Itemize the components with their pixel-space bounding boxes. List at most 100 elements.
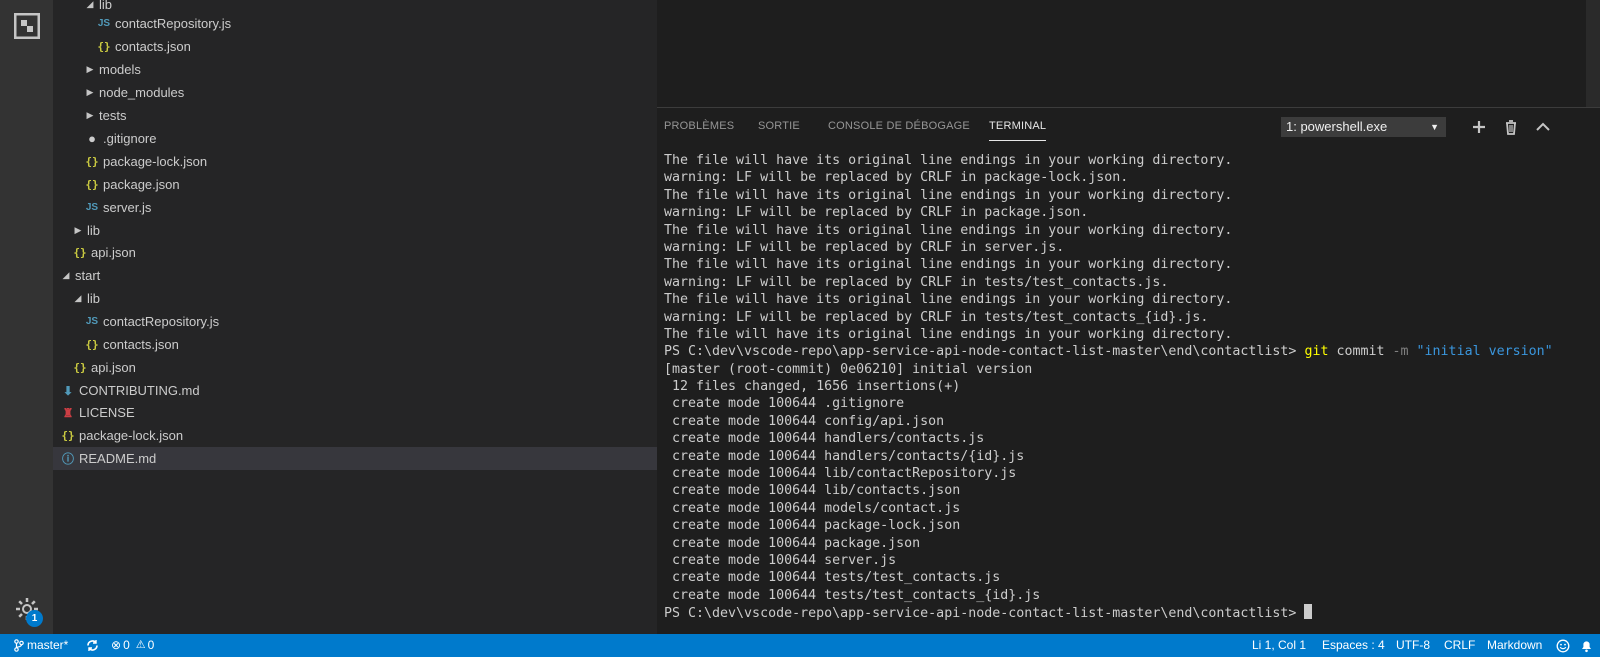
panel-tabs: PROBLÈMES SORTIE CONSOLE DE DÉBOGAGE TER… [657,108,1600,146]
terminal-line: warning: LF will be replaced by CRLF in … [664,239,1065,255]
tree-file[interactable]: ♜ LICENSE [53,401,657,424]
json-file-icon: {} [73,246,87,259]
json-file-icon: {} [85,155,99,168]
bottom-panel: PROBLÈMES SORTIE CONSOLE DE DÉBOGAGE TER… [657,107,1600,634]
indentation-status[interactable]: Espaces : 4 [1322,634,1385,657]
terminal-output[interactable]: The file will have its original line end… [664,152,1594,632]
tree-item-label: contacts.json [115,39,191,54]
branch-status[interactable]: master* [14,634,68,657]
tree-folder[interactable]: ▶ lib [53,219,657,242]
chevron-down-icon: ◢ [74,293,82,303]
cursor-position[interactable]: Li 1, Col 1 [1252,634,1306,657]
tree-file[interactable]: JS contactRepository.js [53,12,657,35]
terminal-line: create mode 100644 handlers/contacts/{id… [664,448,1025,464]
terminal-line: warning: LF will be replaced by CRLF in … [664,309,1209,325]
tree-file[interactable]: JS server.js [53,196,657,219]
license-file-icon: ♜ [62,405,74,420]
language-status[interactable]: Markdown [1487,634,1542,657]
smiley-icon[interactable] [1556,634,1570,657]
terminal-line: The file will have its original line end… [664,222,1233,238]
tree-file[interactable]: JS contactRepository.js [53,310,657,333]
terminal-line: 12 files changed, 1656 insertions(+) [664,379,961,395]
terminal-line: create mode 100644 models/contact.js [664,500,961,516]
tab-terminal[interactable]: TERMINAL [989,120,1047,141]
tree-folder[interactable]: ▶ node_modules [53,81,657,104]
info-file-icon: ⓘ [61,452,74,466]
terminal-line: The file will have its original line end… [664,153,1233,168]
terminal-select-value: 1: powershell.exe [1286,119,1388,134]
terminal-line: create mode 100644 server.js [664,552,897,568]
terminal-line: warning: LF will be replaced by CRLF in … [664,170,1129,186]
terminal-cursor [1304,604,1313,620]
chevron-right-icon: ▶ [86,64,94,74]
tree-item-label: models [99,62,141,77]
eol-status[interactable]: CRLF [1444,634,1475,657]
js-file-icon: JS [85,202,99,213]
explorer-logo-icon[interactable] [14,13,40,39]
tree-item-label: server.js [103,200,152,215]
tree-file[interactable]: {} contacts.json [53,333,657,356]
tree-item-label: lib [99,0,113,12]
tree-item-label: api.json [91,245,136,260]
status-bar: master* ⊗ 0 ⚠ 0 Li 1, Col 1 Espaces : 4 … [0,634,1600,657]
terminal-line: [master (root-commit) 0e06210] initial v… [664,361,1033,377]
plus-icon[interactable] [1469,117,1489,137]
trash-icon[interactable] [1501,117,1521,137]
tree-item-label: CONTRIBUTING.md [79,383,200,398]
chevron-down-icon: ◢ [62,270,70,280]
explorer-sidebar: ◢ lib JS contactRepository.js {} contacts.jso… [53,0,657,634]
tree-folder[interactable]: ▶ tests [53,104,657,127]
terminal-line: create mode 100644 package.json [664,535,921,551]
tree-item-label: contactRepository.js [103,314,220,329]
editor-area [657,0,1600,107]
tree-item-label: lib [87,223,101,238]
terminal-line: PS C:\dev\vscode-repo\app-service-api-no… [664,344,1553,360]
chevron-down-icon: ▼ [1430,122,1439,132]
terminal-line: The file will have its original line end… [664,292,1233,308]
terminal-line: warning: LF will be replaced by CRLF in … [664,205,1089,221]
git-branch-icon [14,639,24,652]
tree-file[interactable]: ⬇ CONTRIBUTING.md [53,379,657,402]
terminal-line: The file will have its original line end… [664,326,1233,342]
terminal-line: create mode 100644 .gitignore [664,396,905,412]
tree-item-label: lib [87,291,101,306]
terminal-line: The file will have its original line end… [664,187,1233,203]
chevron-up-icon[interactable] [1533,117,1553,137]
git-file-icon: ● [88,131,96,146]
activity-bar: 1 [0,0,53,634]
tree-item-label: LICENSE [79,405,135,420]
terminal-line: create mode 100644 tests/test_contacts_{… [664,587,1041,603]
terminal-line: create mode 100644 package-lock.json [664,518,961,534]
terminal-line: warning: LF will be replaced by CRLF in … [664,274,1169,290]
terminal-select[interactable]: 1: powershell.exe ▼ [1281,117,1446,137]
js-file-icon: JS [97,18,111,29]
tree-file[interactable]: {} package-lock.json [53,150,657,173]
tree-file[interactable]: {} api.json [53,356,657,379]
terminal-line: create mode 100644 handlers/contacts.js [664,431,985,447]
problems-status[interactable]: ⊗ 0 ⚠ 0 [111,634,154,657]
tree-file[interactable]: ● .gitignore [53,127,657,150]
tree-file[interactable]: {} package-lock.json [53,424,657,447]
tree-file[interactable]: {} package.json [53,173,657,196]
tree-file[interactable]: {} contacts.json [53,35,657,58]
json-file-icon: {} [85,338,99,351]
tree-folder[interactable]: ▶ models [53,58,657,81]
tree-folder[interactable]: ◢ start [53,264,657,287]
tree-file[interactable]: {} api.json [53,241,657,264]
tab-problems[interactable]: PROBLÈMES [664,120,734,132]
tree-file[interactable]: ⓘ README.md [53,447,657,470]
encoding-status[interactable]: UTF-8 [1396,634,1430,657]
terminal-line: create mode 100644 lib/contactRepository… [664,466,1017,482]
warning-count: 0 [147,638,155,652]
js-file-icon: JS [85,316,99,327]
tree-folder[interactable]: ◢ lib [53,287,657,310]
tab-output[interactable]: SORTIE [758,120,800,132]
editor-scrollbar[interactable] [1586,0,1600,107]
chevron-right-icon: ▶ [86,110,94,120]
json-file-icon: {} [97,40,111,53]
bell-icon[interactable] [1580,634,1593,657]
tab-debug-console[interactable]: CONSOLE DE DÉBOGAGE [828,120,970,132]
json-file-icon: {} [85,178,99,191]
sync-button[interactable] [86,634,99,657]
sync-icon [87,640,98,651]
